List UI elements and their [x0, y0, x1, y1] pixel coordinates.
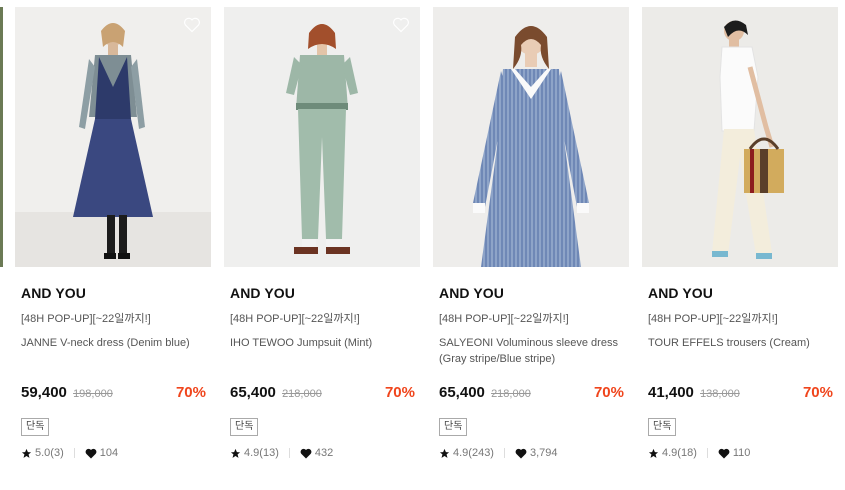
original-price: 218,000	[282, 388, 322, 400]
likes-count: 3,794	[529, 447, 558, 459]
rating-text: 4.9(18)	[662, 447, 697, 459]
discount-rate: 70%	[802, 384, 833, 401]
brand-name[interactable]: AND YOU	[648, 285, 713, 301]
product-stats: 5.0(3) 104	[21, 447, 118, 459]
original-price: 218,000	[491, 388, 531, 400]
promo-text: [48H POP-UP][~22일까지!]	[21, 313, 151, 325]
likes-heart-icon	[718, 448, 730, 458]
promo-text: [48H POP-UP][~22일까지!]	[230, 313, 360, 325]
likes-heart-icon	[300, 448, 312, 458]
divider	[288, 448, 290, 458]
product-name[interactable]: TOUR EFFELS trousers (Cream)	[648, 335, 838, 351]
sale-price-value: 65,400	[230, 384, 276, 401]
sale-price: 59,400 198,000	[21, 384, 113, 401]
product-name[interactable]: SALYEONI Voluminous sleeve dress (Gray s…	[439, 335, 629, 367]
original-price: 198,000	[73, 388, 113, 400]
likes-heart-icon	[85, 448, 97, 458]
star-icon	[439, 448, 450, 458]
sale-price: 65,400 218,000	[230, 384, 322, 401]
discount-rate: 70%	[175, 384, 206, 401]
product-image[interactable]	[224, 7, 420, 267]
sale-price: 41,400 138,000	[648, 384, 740, 401]
discount-rate: 70%	[384, 384, 415, 401]
product-name[interactable]: IHO TEWOO Jumpsuit (Mint)	[230, 335, 420, 351]
sale-price: 65,400 218,000	[439, 384, 531, 401]
wishlist-heart-icon[interactable]	[392, 17, 410, 33]
product-image[interactable]	[15, 7, 211, 267]
brand-name[interactable]: AND YOU	[439, 285, 504, 301]
rating-text: 4.9(13)	[244, 447, 279, 459]
likes-count: 104	[99, 447, 119, 459]
divider	[503, 448, 505, 458]
wishlist-heart-icon[interactable]	[183, 17, 201, 33]
star-icon	[21, 448, 32, 458]
sale-price-value: 59,400	[21, 384, 67, 401]
product-image[interactable]	[433, 7, 629, 267]
product-stats: 4.9(18) 110	[648, 447, 750, 459]
brand-name[interactable]: AND YOU	[230, 285, 295, 301]
previous-product-edge[interactable]	[0, 7, 3, 267]
exclusive-badge: 단독	[21, 418, 50, 436]
product-name[interactable]: JANNE V-neck dress (Denim blue)	[21, 335, 211, 351]
promo-text: [48H POP-UP][~22일까지!]	[439, 313, 569, 325]
divider	[73, 448, 75, 458]
exclusive-badge: 단독	[648, 418, 677, 436]
exclusive-badge: 단독	[439, 418, 468, 436]
brand-name[interactable]: AND YOU	[21, 285, 86, 301]
discount-rate: 70%	[593, 384, 624, 401]
likes-heart-icon	[515, 448, 527, 458]
sale-price-value: 65,400	[439, 384, 485, 401]
product-stats: 4.9(13) 432	[230, 447, 333, 459]
promo-text: [48H POP-UP][~22일까지!]	[648, 313, 778, 325]
exclusive-badge: 단독	[230, 418, 259, 436]
likes-count: 432	[314, 447, 334, 459]
star-icon	[230, 448, 241, 458]
rating-text: 5.0(3)	[35, 447, 64, 459]
likes-count: 110	[732, 447, 751, 459]
rating-text: 4.9(243)	[453, 447, 494, 459]
product-image[interactable]	[642, 7, 838, 267]
sale-price-value: 41,400	[648, 384, 694, 401]
original-price: 138,000	[700, 388, 740, 400]
divider	[706, 448, 708, 458]
product-stats: 4.9(243) 3,794	[439, 447, 558, 459]
product-grid: AND YOU [48H POP-UP][~22일까지!] JANNE V-ne…	[0, 0, 845, 490]
star-icon	[648, 448, 659, 458]
